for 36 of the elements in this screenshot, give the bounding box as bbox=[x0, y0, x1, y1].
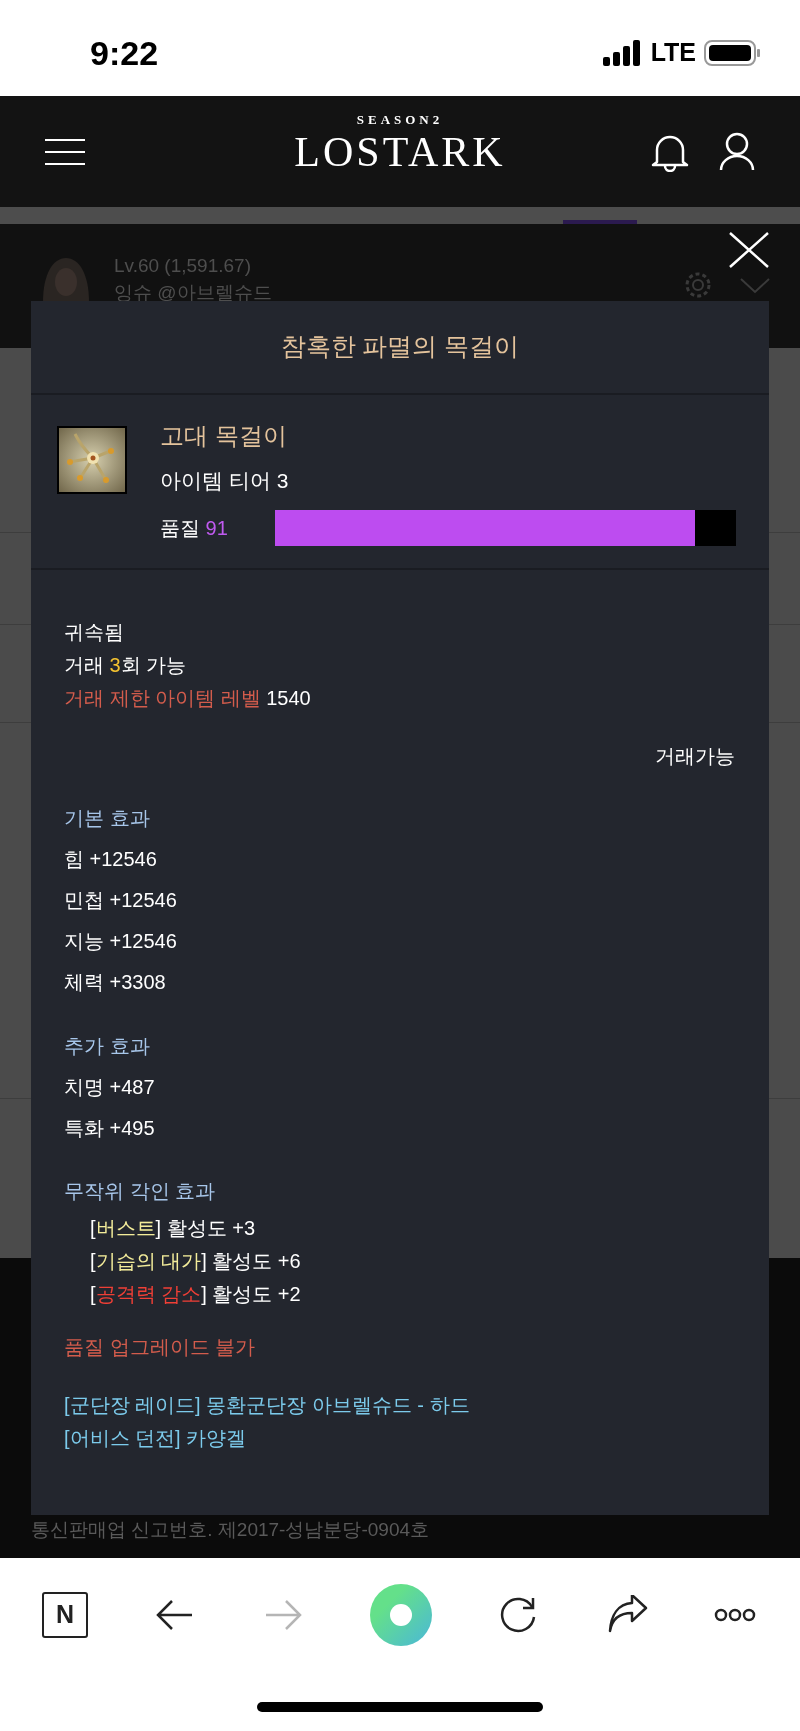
footer-text: 통신판매업 신고번호. 제2017-성남분당-0904호 bbox=[31, 1518, 431, 1542]
stat-line: 민첩 +12546 bbox=[64, 888, 177, 913]
close-icon[interactable] bbox=[729, 232, 769, 268]
share-icon[interactable] bbox=[606, 1595, 648, 1635]
trade-info-line: 귀속됨 bbox=[64, 620, 124, 645]
section-heading: 무작위 각인 효과 bbox=[64, 1179, 216, 1204]
tier-label: 아이템 티어 3 bbox=[160, 468, 289, 494]
network-label: LTE bbox=[650, 37, 696, 69]
logo[interactable]: SEASON2 LOSTARK bbox=[294, 110, 506, 174]
stat-line: 지능 +12546 bbox=[64, 929, 177, 954]
user-icon[interactable] bbox=[719, 131, 755, 172]
section-heading: 추가 효과 bbox=[64, 1034, 150, 1059]
character-level: Lv.60 (1,591.67) bbox=[114, 254, 251, 278]
necklace-icon bbox=[57, 426, 127, 494]
engraving-line: [버스트] 활성도 +3 bbox=[90, 1216, 256, 1241]
signal-icon bbox=[602, 40, 643, 66]
stat-line: 힘 +12546 bbox=[64, 847, 157, 872]
stat-line: 치명 +487 bbox=[64, 1075, 155, 1100]
trade-status: 거래가능 bbox=[655, 744, 735, 769]
menu-icon[interactable] bbox=[45, 137, 85, 166]
trade-info-line: 거래 제한 아이템 레벨 1540 bbox=[64, 686, 311, 711]
drop-source: [어비스 던전] 카양겔 bbox=[64, 1426, 247, 1451]
item-grade: 고대 목걸이 bbox=[160, 422, 288, 450]
battery-icon bbox=[704, 40, 760, 66]
drop-source: [군단장 레이드] 몽환군단장 아브렐슈드 - 하드 bbox=[64, 1393, 470, 1418]
item-title: 참혹한 파멸의 목걸이 bbox=[280, 331, 520, 363]
quality-note: 품질 업그레이드 불가 bbox=[64, 1335, 256, 1360]
stat-line: 특화 +495 bbox=[64, 1116, 155, 1141]
status-time: 9:22 bbox=[90, 32, 159, 74]
section-heading: 기본 효과 bbox=[64, 806, 150, 831]
stat-line: 체력 +3308 bbox=[64, 970, 166, 995]
naver-button[interactable]: N bbox=[42, 1592, 88, 1638]
engraving-line: [기습의 대가] 활성도 +6 bbox=[90, 1249, 301, 1274]
trade-info-line: 거래 3회 가능 bbox=[64, 653, 187, 678]
quality-label: 품질 91 bbox=[160, 516, 229, 541]
engraving-line: [공격력 감소] 활성도 +2 bbox=[90, 1282, 301, 1307]
